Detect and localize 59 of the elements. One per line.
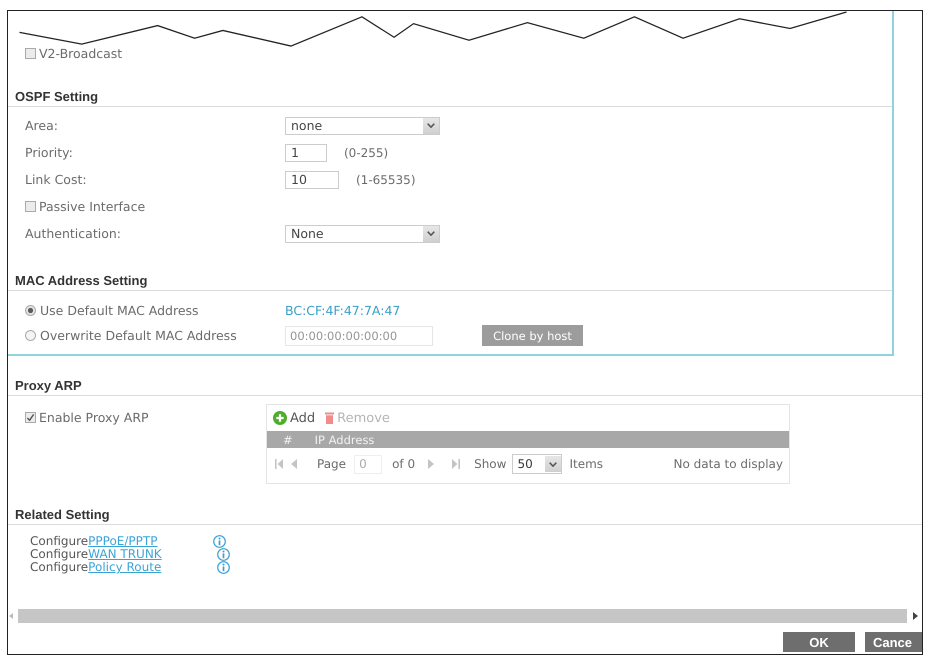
dropdown-select[interactable]: None	[285, 224, 440, 242]
section-title: MAC Address Setting	[8, 272, 892, 291]
radio-button[interactable]	[25, 330, 36, 341]
radio-button[interactable]	[25, 305, 36, 316]
page-number-field[interactable]: 0	[354, 454, 382, 474]
info-icon[interactable]	[217, 548, 230, 561]
first-page-icon[interactable]	[275, 459, 283, 469]
radio-label: Overwrite Default MAC Address	[40, 328, 237, 343]
caret-icon	[549, 462, 558, 466]
trash-icon	[325, 412, 334, 424]
info-icon[interactable]	[217, 561, 230, 574]
configure-link[interactable]: WAN TRUNK	[88, 547, 162, 561]
page-label: Page	[317, 457, 346, 471]
configure-label: Configure	[30, 560, 88, 574]
checkmark-icon	[26, 413, 35, 422]
scroll-left-icon[interactable]	[9, 613, 13, 619]
scroll-right-icon[interactable]	[913, 612, 918, 620]
caret-icon	[427, 123, 435, 128]
configure-label: Configure	[30, 534, 88, 548]
info-icon[interactable]	[213, 535, 226, 548]
section-title: Proxy ARP	[8, 377, 922, 396]
add-button[interactable]: Add	[273, 410, 316, 426]
previous-page-icon[interactable]	[291, 459, 297, 469]
page-count: of 0	[392, 457, 416, 471]
field-label: Area:	[25, 118, 59, 133]
field-label: Priority:	[25, 145, 74, 160]
radio-label: Use Default MAC Address	[40, 303, 199, 318]
checkbox[interactable]	[25, 201, 36, 212]
configure-link[interactable]: Policy Route	[88, 560, 162, 574]
column-header[interactable]: IP Address	[314, 432, 374, 446]
page-size-select[interactable]: 50	[512, 454, 562, 474]
caret-icon	[427, 231, 435, 236]
dropdown-select[interactable]: none	[285, 116, 440, 134]
plus-icon	[273, 411, 287, 425]
range-hint: (0-255)	[344, 146, 388, 160]
checkbox-label: Enable Proxy ARP	[39, 410, 149, 425]
ok-button[interactable]: OK	[783, 632, 855, 652]
scrollbar-thumb[interactable]	[18, 609, 907, 623]
last-page-icon[interactable]	[452, 459, 460, 469]
next-page-icon[interactable]	[428, 459, 434, 469]
number-field[interactable]: 10	[285, 170, 339, 188]
range-hint: (1-65535)	[356, 172, 416, 186]
configure-label: Configure	[30, 547, 88, 561]
field-label: Link Cost:	[25, 172, 88, 187]
items-label: Items	[569, 457, 604, 471]
configure-link[interactable]: PPPoE/PPTP	[88, 534, 158, 548]
checkbox[interactable]	[25, 48, 36, 58]
number-field[interactable]: 1	[285, 144, 327, 162]
field-label: Authentication:	[25, 226, 122, 241]
column-header[interactable]: #	[283, 432, 293, 446]
section-title: OSPF Setting	[8, 88, 892, 107]
cancel-button[interactable]: Cance	[865, 632, 922, 652]
show-label: Show	[474, 457, 506, 471]
empty-table-message: No data to display	[674, 457, 784, 471]
checkbox-label: V2-Broadcast	[39, 46, 122, 60]
mac-address-value: BC:CF:4F:47:7A:47	[285, 303, 400, 318]
checkbox-label: Passive Interface	[39, 199, 146, 214]
checkbox[interactable]	[25, 412, 36, 423]
section-title: Related Setting	[8, 506, 922, 525]
